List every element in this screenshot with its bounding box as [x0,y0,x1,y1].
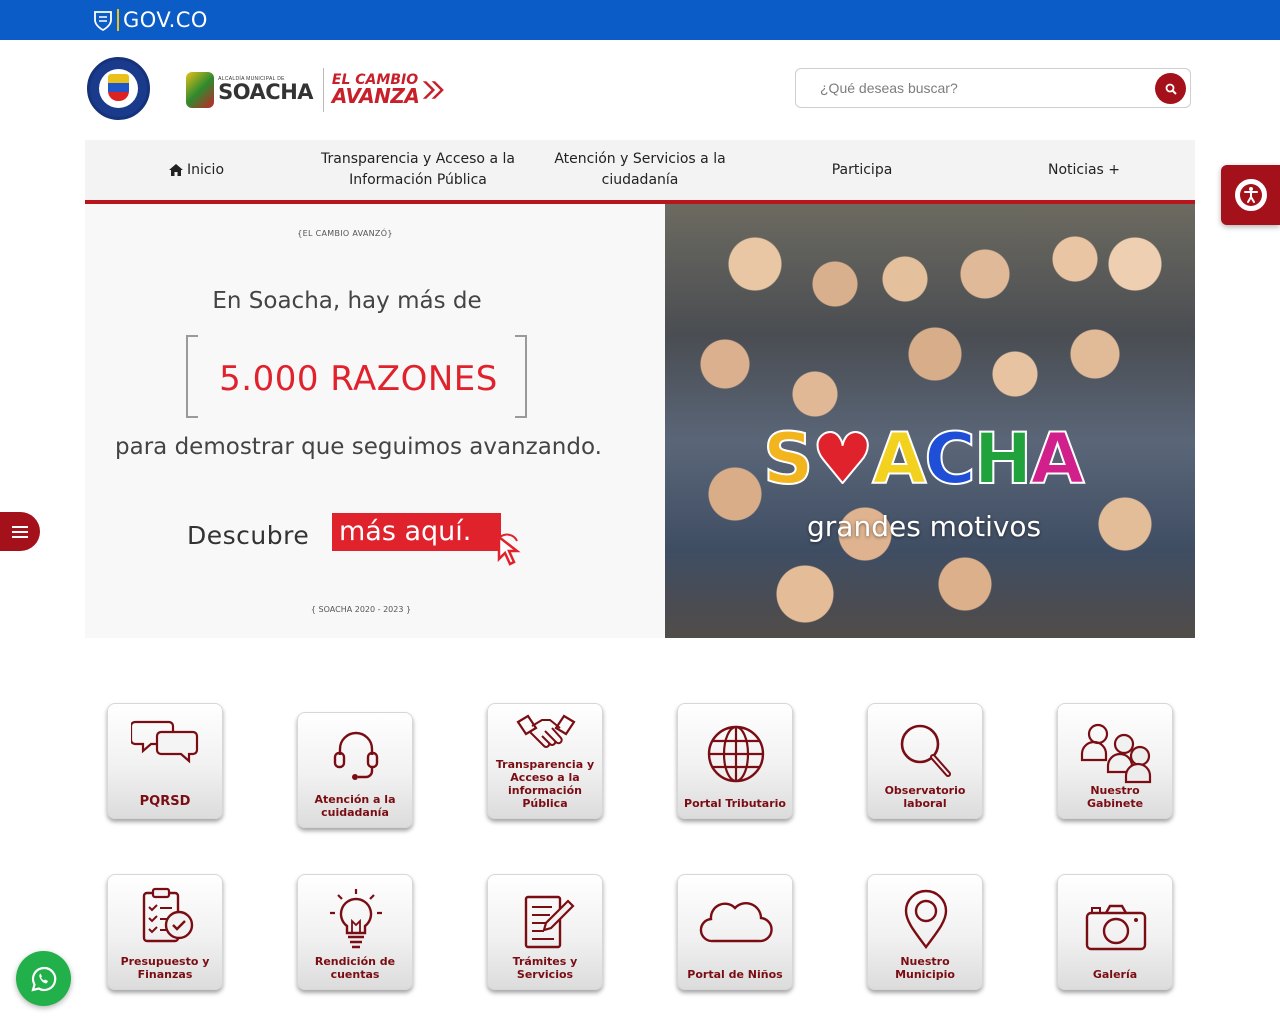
nav-item-inicio[interactable]: Inicio [85,140,307,200]
tile-transparencia[interactable]: Transparencia y Acceso a la información … [487,703,603,819]
tile-label: Portal de Niños [687,968,783,981]
soacha-letter: C [923,418,976,500]
cloud-icon [678,899,794,945]
double-chevron-right-icon [423,81,445,99]
nav-item-label: Noticias + [1047,161,1121,178]
el-cambio-avanza-slogan: EL CAMBIO AVANZA [331,73,420,109]
gov-co-bar: GOV.CO [0,0,1280,40]
tile-presupuesto[interactable]: Presupuesto y Finanzas [107,874,223,990]
hamburger-menu-icon [12,525,28,538]
tile-label: Nuestro Gabinete [1086,784,1144,810]
search-icon [1165,83,1177,95]
tile-label: Trámites y Servicios [512,955,578,981]
document-pen-icon [488,893,604,951]
magnifier-icon [868,720,984,780]
soacha-letter: S [762,418,814,500]
coat-of-arms-shield-icon [108,74,129,101]
tile-gabinete[interactable]: Nuestro Gabinete [1057,703,1173,819]
gov-co-text: GOV.CO [123,8,208,32]
tile-observatorio[interactable]: Observatorio laboral [867,703,983,819]
soacha-letter: H [973,418,1034,500]
tile-pqrsd[interactable]: PQRSD [107,703,223,819]
search-box [795,68,1191,108]
chat-bubbles-icon [108,716,224,768]
side-menu-button[interactable] [0,512,40,551]
tile-label: Presupuesto y Finanzas [120,955,210,981]
search-input[interactable] [820,78,1140,98]
tile-label: Portal Tributario [684,797,786,810]
banner-top-tag: {EL CAMBIO AVANZÓ} [297,229,393,238]
search-button[interactable] [1155,73,1186,104]
nav-item-label: Participa [831,161,893,178]
nav-item-transparencia[interactable]: Transparencia y Acceso a la Información … [307,140,529,200]
nav-item-label: Inicio [186,161,225,178]
colombia-shield-icon [94,11,112,31]
soacha-emblem-icon [186,72,215,108]
tile-portal-ninos[interactable]: Portal de Niños [677,874,793,990]
main-nav: Inicio Transparencia y Acceso a la Infor… [85,140,1195,204]
lightbulb-icon [298,887,414,949]
people-icon [1058,720,1174,786]
click-cursor-icon [495,533,521,566]
tile-label: Atención a la cuidadanía [314,793,396,819]
logo-divider [323,68,324,112]
nav-item-noticias[interactable]: Noticias + [973,140,1195,200]
banner-highlight-text: 5.000 RAZONES [219,359,498,399]
tile-label: Observatorio laboral [884,784,966,810]
nav-item-participa[interactable]: Participa [751,140,973,200]
soacha-letter: ♥ [810,418,875,500]
banner-cta[interactable]: más aquí. [332,513,501,551]
banner-text-panel: {EL CAMBIO AVANZÓ} En Soacha, hay más de… [85,204,665,638]
banner-bottom-tag: { SOACHA 2020 - 2023 } [310,605,412,614]
nav-item-atencion[interactable]: Atención y Servicios a la ciudadanía [529,140,751,200]
banner-photo: S♥ACHA grandes motivos [665,204,1195,638]
soacha-letter: A [1029,418,1085,500]
tile-label: Transparencia y Acceso a la información … [495,758,595,810]
tile-label: Galería [1092,968,1138,981]
tile-galeria[interactable]: Galería [1057,874,1173,990]
banner-subtitle: grandes motivos [807,510,1042,543]
tile-tramites[interactable]: Trámites y Servicios [487,874,603,990]
nav-item-label: Atención y Servicios a la ciudadanía [554,151,726,188]
banner-line-1: En Soacha, hay más de [212,288,482,314]
soacha-wordmark-big: SOACHA [218,80,314,104]
gov-co-separator [117,9,119,31]
soacha-letter: A [871,418,927,500]
whatsapp-button[interactable] [16,951,71,1006]
tile-label: Nuestro Municipio [895,955,955,981]
tile-label: Rendición de cuentas [314,955,396,981]
clipboard-check-icon [108,887,224,947]
accessibility-button[interactable] [1221,165,1280,225]
tile-municipio[interactable]: Nuestro Municipio [867,874,983,990]
gov-co-logo[interactable]: GOV.CO [93,8,208,32]
banner-highlight-box: 5.000 RAZONES [186,334,527,419]
home-icon [168,164,183,176]
map-pin-icon [868,889,984,949]
tile-portal-tributario[interactable]: Portal Tributario [677,703,793,819]
tile-atencion[interactable]: Atención a la cuidadanía [297,712,413,828]
soacha-logo[interactable]: ALCALDÍA MUNICIPAL DE SOACHA EL CAMBIO A… [186,67,446,113]
banner-line-3: para demostrar que seguimos avanzando. [115,434,602,460]
whatsapp-icon [30,966,56,992]
tile-rendicion[interactable]: Rendición de cuentas [297,874,413,990]
globe-icon [678,724,794,784]
nav-item-label: Transparencia y Acceso a la Información … [321,151,515,188]
camera-icon [1058,903,1174,951]
colombia-coat-of-arms-logo[interactable] [87,57,150,120]
handshake-icon [488,710,604,754]
accessibility-icon [1234,179,1267,211]
soacha-wordmark: ALCALDÍA MUNICIPAL DE SOACHA [218,77,313,103]
tile-label: PQRSD [139,794,191,809]
headset-icon [298,725,414,785]
hero-banner[interactable]: {EL CAMBIO AVANZÓ} En Soacha, hay más de… [85,204,1195,638]
banner-descubre: Descubre [187,521,310,550]
soacha-colored-word: S♥ACHA [762,423,1086,495]
slogan-line-2: AVANZA [331,84,420,109]
